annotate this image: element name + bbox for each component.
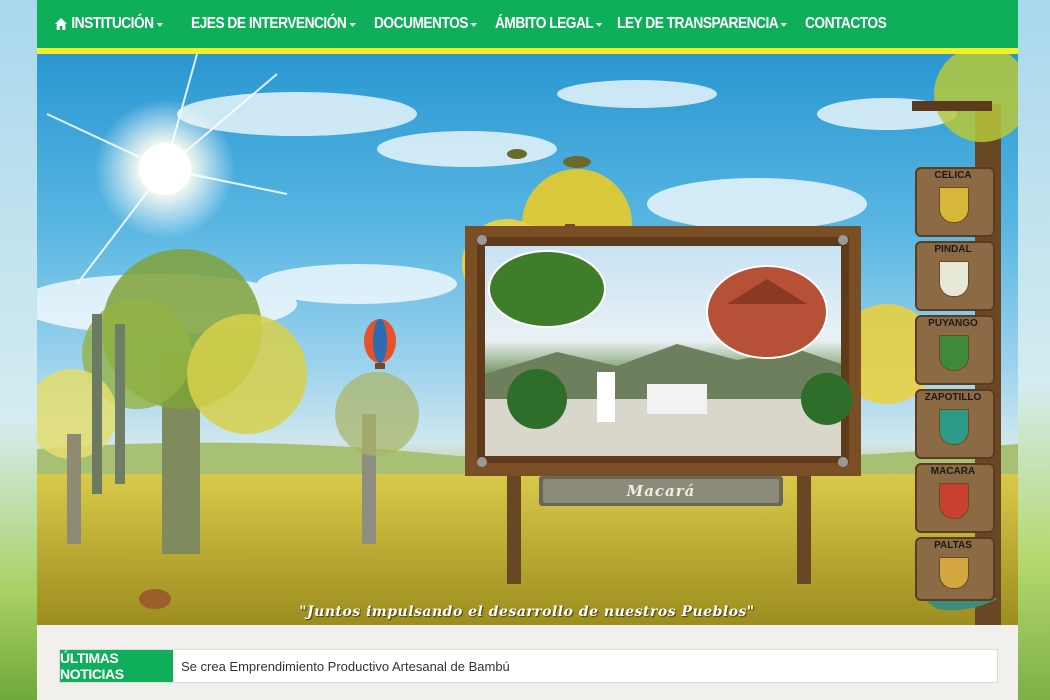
- hero-banner: CELICA PINDAL PUYANGO ZAPOTILLO MACARA P…: [37, 54, 1018, 625]
- nav-item-contactos[interactable]: CONTACTOS: [805, 15, 887, 33]
- nav-label: EJES DE INTERVENCIÓN: [190, 15, 347, 32]
- coat-of-arms-icon: [939, 335, 969, 371]
- latest-news-ticker: ÚLTIMAS NOTICIAS Se crea Emprendimiento …: [59, 649, 998, 683]
- hot-air-balloon: [364, 319, 396, 369]
- nav-item-ambito-legal[interactable]: ÁMBITO LEGAL: [495, 15, 603, 33]
- nav-label: ÁMBITO LEGAL: [494, 15, 594, 32]
- coat-of-arms-icon: [939, 261, 969, 297]
- canton-sign-macara[interactable]: MACARA: [915, 463, 995, 535]
- nav-item-documentos[interactable]: DOCUMENTOS: [374, 15, 478, 33]
- nav-label: INSTITUCIÓN: [71, 15, 154, 32]
- nav-label: CONTACTOS: [805, 15, 887, 32]
- sun: [46, 54, 288, 285]
- canton-label: MACARA: [930, 466, 976, 477]
- nav-label: LEY DE TRANSPARENCIA: [616, 15, 779, 32]
- right-background: [1018, 0, 1050, 700]
- canton-sign-pindal[interactable]: PINDAL: [915, 241, 995, 313]
- coat-of-arms-icon: [939, 409, 969, 445]
- caret-down-icon: [470, 23, 478, 27]
- nav-item-ejes[interactable]: EJES DE INTERVENCIÓN: [191, 15, 356, 33]
- canton-list: CELICA PINDAL PUYANGO ZAPOTILLO MACARA P…: [915, 167, 995, 603]
- canton-label: PINDAL: [934, 244, 972, 255]
- squirrel: [139, 589, 171, 609]
- nav-item-ley-transparencia[interactable]: LEY DE TRANSPARENCIA: [617, 15, 788, 33]
- canton-label: CELICA: [934, 170, 972, 181]
- signboard-label: Macará: [626, 482, 696, 500]
- canton-sign-paltas[interactable]: PALTAS: [915, 537, 995, 603]
- canton-label: PALTAS: [934, 540, 972, 551]
- coat-of-arms-icon: [939, 483, 969, 519]
- news-label: ÚLTIMAS NOTICIAS: [60, 650, 173, 682]
- news-headline-link[interactable]: Se crea Emprendimiento Productivo Artesa…: [181, 650, 510, 682]
- caret-down-icon: [780, 23, 788, 27]
- caret-down-icon: [595, 23, 603, 27]
- nav-label: DOCUMENTOS: [374, 15, 469, 32]
- canton-label: ZAPOTILLO: [924, 392, 982, 403]
- caret-down-icon: [156, 23, 164, 27]
- canton-sign-puyango[interactable]: PUYANGO: [915, 315, 995, 387]
- caret-down-icon: [348, 23, 356, 27]
- coat-of-arms-icon: [939, 187, 969, 223]
- banner-slogan: "Juntos impulsando el desarrollo de nues…: [299, 604, 755, 620]
- canton-sign-celica[interactable]: CELICA: [915, 167, 995, 239]
- banner-illustration: [37, 54, 1018, 625]
- main-navigation: INSTITUCIÓN EJES DE INTERVENCIÓN DOCUMEN…: [37, 0, 1018, 48]
- canton-sign-zapotillo[interactable]: ZAPOTILLO: [915, 389, 995, 461]
- nav-item-institucion[interactable]: INSTITUCIÓN: [55, 15, 164, 33]
- left-background: [0, 0, 38, 700]
- coat-of-arms-icon: [939, 557, 969, 589]
- home-icon: [55, 18, 68, 30]
- canton-label: PUYANGO: [928, 318, 978, 329]
- page-container: INSTITUCIÓN EJES DE INTERVENCIÓN DOCUMEN…: [37, 0, 1018, 700]
